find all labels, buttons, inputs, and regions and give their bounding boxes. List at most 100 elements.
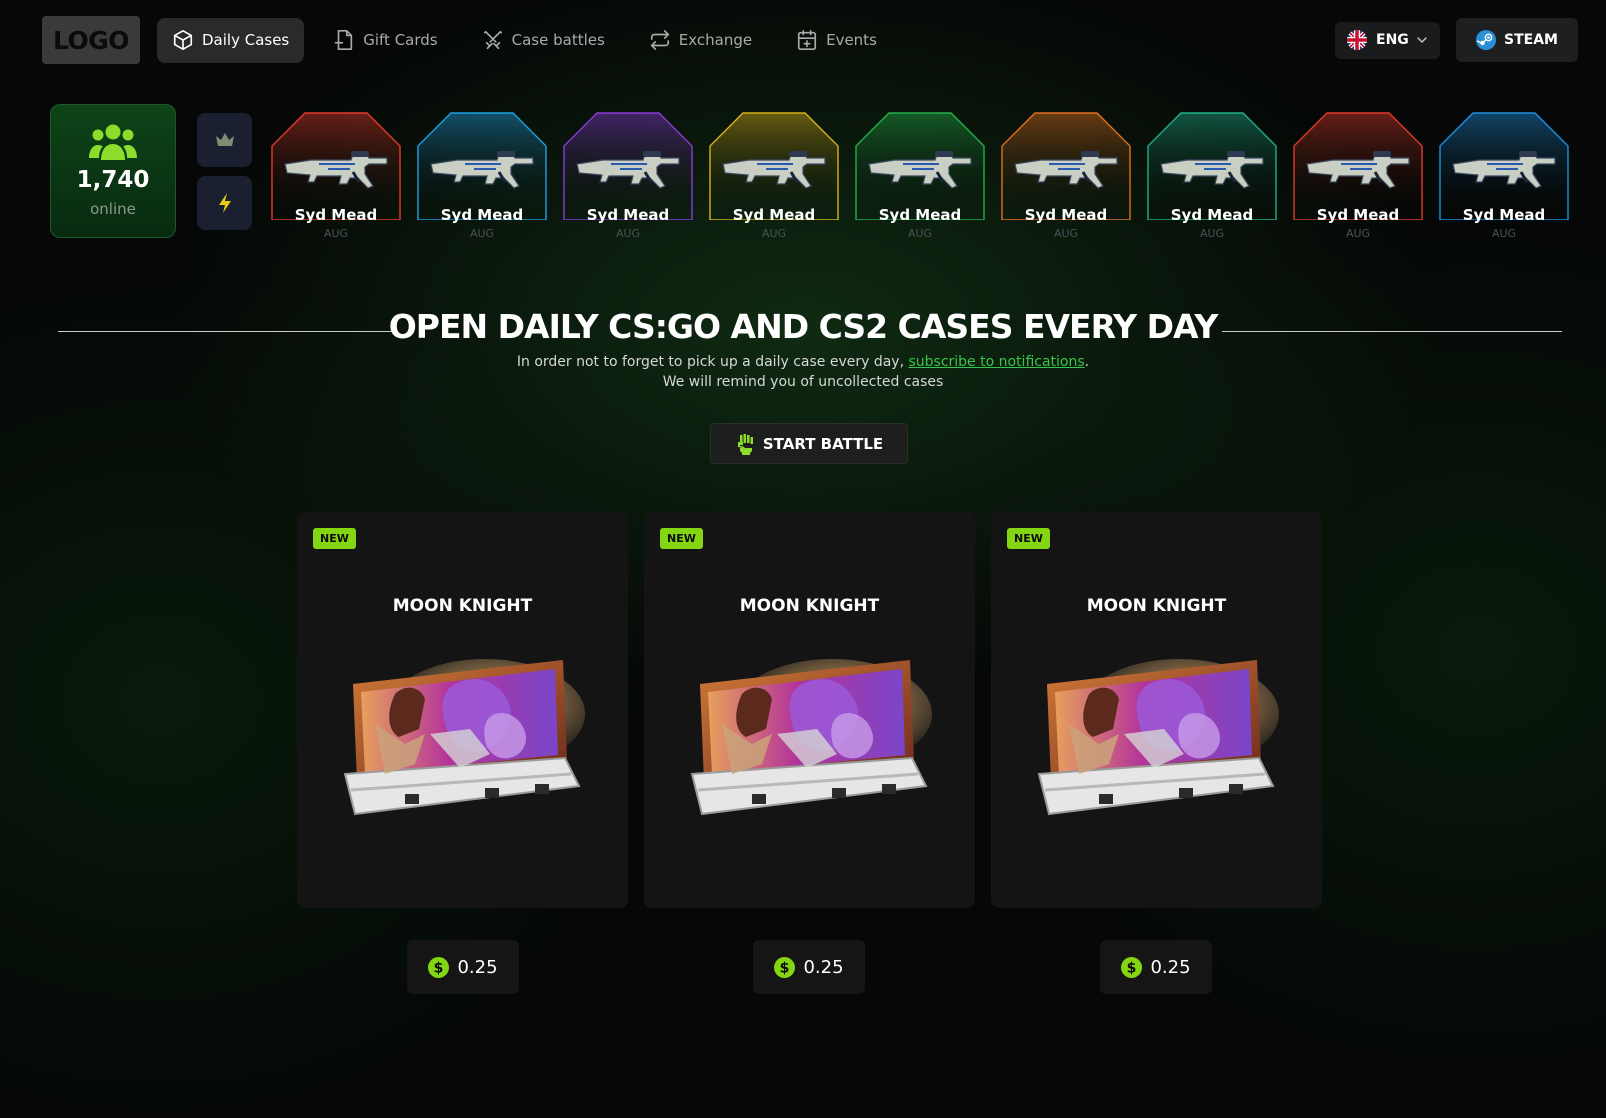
nav-exchange-label: Exchange <box>678 31 753 49</box>
drop-weapon-type: AUG <box>469 227 495 240</box>
start-battle-button[interactable]: START BATTLE <box>710 423 908 464</box>
live-drops-filter-button[interactable] <box>197 176 252 230</box>
top-bar: LOGO Daily Cases Gift Cards Case battles… <box>42 16 1578 64</box>
drop-skin-name: Syd Mead <box>878 206 962 224</box>
case-image <box>1037 659 1279 816</box>
drop-item[interactable]: Syd Mead AUG <box>1439 112 1569 242</box>
exchange-icon <box>649 29 671 51</box>
users-icon <box>89 123 137 161</box>
raised-fist-icon <box>735 433 755 455</box>
top-drops-filter-button[interactable] <box>197 113 252 167</box>
hero-subtitle-line2: We will remind you of uncollected cases <box>662 374 944 390</box>
dollar-coin-icon: $ <box>774 956 796 978</box>
drop-skin-name: Syd Mead <box>586 206 670 224</box>
nav-daily-cases-label: Daily Cases <box>202 31 290 49</box>
new-badge: NEW <box>1007 528 1050 549</box>
drop-item[interactable]: Syd Mead AUG <box>709 112 839 242</box>
hero-subtitle-prefix: In order not to forget to pick up a dail… <box>516 354 909 370</box>
subscribe-notifications-link[interactable]: subscribe to notifications <box>908 354 1084 370</box>
language-label: ENG <box>1376 32 1409 48</box>
case-card[interactable]: NEW MOON KNIGHT <box>297 512 628 908</box>
site-logo[interactable]: LOGO <box>42 16 140 64</box>
drop-skin-name: Syd Mead <box>294 206 378 224</box>
hero-title: OPEN DAILY CS:GO AND CS2 CASES EVERY DAY <box>388 307 1219 346</box>
drop-weapon-type: AUG <box>761 227 787 240</box>
case-price: 0.25 <box>803 956 844 978</box>
header-actions: ENG STEAM <box>1335 18 1578 62</box>
drop-skin-name: Syd Mead <box>732 206 816 224</box>
aug-rifle-icon <box>1014 151 1118 189</box>
drop-item[interactable]: Syd Mead AUG <box>417 112 547 242</box>
new-badge: NEW <box>660 528 703 549</box>
drop-weapon-type: AUG <box>1053 227 1079 240</box>
case-title: MOON KNIGHT <box>739 596 880 616</box>
lightning-icon <box>214 192 236 214</box>
drop-skin-name: Syd Mead <box>1024 206 1108 224</box>
case-price: 0.25 <box>1150 956 1191 978</box>
new-badge: NEW <box>313 528 356 549</box>
drop-item[interactable]: Syd Mead AUG <box>271 112 401 242</box>
uk-flag-icon <box>1347 30 1367 50</box>
case-price-button[interactable]: $ 0.25 <box>1100 940 1212 994</box>
file-icon <box>333 29 355 51</box>
crossed-swords-icon <box>482 29 504 51</box>
online-count: 1,740 <box>76 167 150 193</box>
nav-gift-cards-label: Gift Cards <box>363 31 438 49</box>
drop-item[interactable]: Syd Mead AUG <box>1001 112 1131 242</box>
drop-item[interactable]: Syd Mead AUG <box>855 112 985 242</box>
calendar-icon <box>796 29 818 51</box>
drop-skin-name: Syd Mead <box>1170 206 1254 224</box>
svg-text:$: $ <box>434 960 444 976</box>
box-icon <box>172 29 194 51</box>
nav-events-label: Events <box>826 31 877 49</box>
hero-subtitle-line1: In order not to forget to pick up a dail… <box>0 352 1606 372</box>
main-nav: Daily Cases Gift Cards Case battles Exch… <box>157 17 906 63</box>
aug-rifle-icon <box>722 151 826 189</box>
drop-weapon-type: AUG <box>615 227 641 240</box>
nav-events[interactable]: Events <box>781 18 892 63</box>
case-card[interactable]: NEW MOON KNIGHT <box>644 512 975 908</box>
aug-rifle-icon <box>1306 151 1410 189</box>
aug-rifle-icon <box>284 151 388 189</box>
chevron-down-icon <box>1416 34 1428 46</box>
start-battle-label: START BATTLE <box>762 434 884 453</box>
aug-rifle-icon <box>430 151 534 189</box>
case-card[interactable]: NEW MOON KNIGHT <box>991 512 1322 908</box>
drop-skin-name: Syd Mead <box>1316 206 1400 224</box>
case-image <box>343 659 585 816</box>
drop-weapon-type: AUG <box>1199 227 1225 240</box>
nav-gift-cards[interactable]: Gift Cards <box>318 18 452 63</box>
aug-rifle-icon <box>1452 151 1556 189</box>
dollar-coin-icon: $ <box>1121 956 1143 978</box>
steam-login-button[interactable]: STEAM <box>1456 18 1578 62</box>
hero-subtitle-suffix: . <box>1084 354 1090 370</box>
nav-case-battles-label: Case battles <box>511 31 605 49</box>
aug-rifle-icon <box>868 151 972 189</box>
nav-exchange[interactable]: Exchange <box>634 18 767 63</box>
case-title: MOON KNIGHT <box>1086 596 1227 616</box>
svg-text:$: $ <box>1127 960 1137 976</box>
drop-weapon-type: AUG <box>1345 227 1371 240</box>
nav-daily-cases[interactable]: Daily Cases <box>157 17 305 63</box>
language-selector[interactable]: ENG <box>1335 21 1440 59</box>
hero-subtitle: In order not to forget to pick up a dail… <box>0 352 1606 392</box>
drop-item[interactable]: Syd Mead AUG <box>563 112 693 242</box>
drop-skin-name: Syd Mead <box>1462 206 1546 224</box>
drop-weapon-type: AUG <box>1491 227 1517 240</box>
case-title: MOON KNIGHT <box>392 596 533 616</box>
online-label: online <box>90 200 136 218</box>
svg-text:$: $ <box>780 960 790 976</box>
online-counter: 1,740 online <box>50 104 176 238</box>
case-price-button[interactable]: $ 0.25 <box>753 940 865 994</box>
case-price: 0.25 <box>457 956 498 978</box>
drop-item[interactable]: Syd Mead AUG <box>1293 112 1423 242</box>
drop-weapon-type: AUG <box>907 227 933 240</box>
nav-case-battles[interactable]: Case battles <box>467 18 620 63</box>
steam-label: STEAM <box>1504 32 1558 48</box>
aug-rifle-icon <box>576 151 680 189</box>
drop-item[interactable]: Syd Mead AUG <box>1147 112 1277 242</box>
drop-skin-name: Syd Mead <box>440 206 524 224</box>
aug-rifle-icon <box>1160 151 1264 189</box>
case-price-button[interactable]: $ 0.25 <box>407 940 519 994</box>
dollar-coin-icon: $ <box>428 956 450 978</box>
